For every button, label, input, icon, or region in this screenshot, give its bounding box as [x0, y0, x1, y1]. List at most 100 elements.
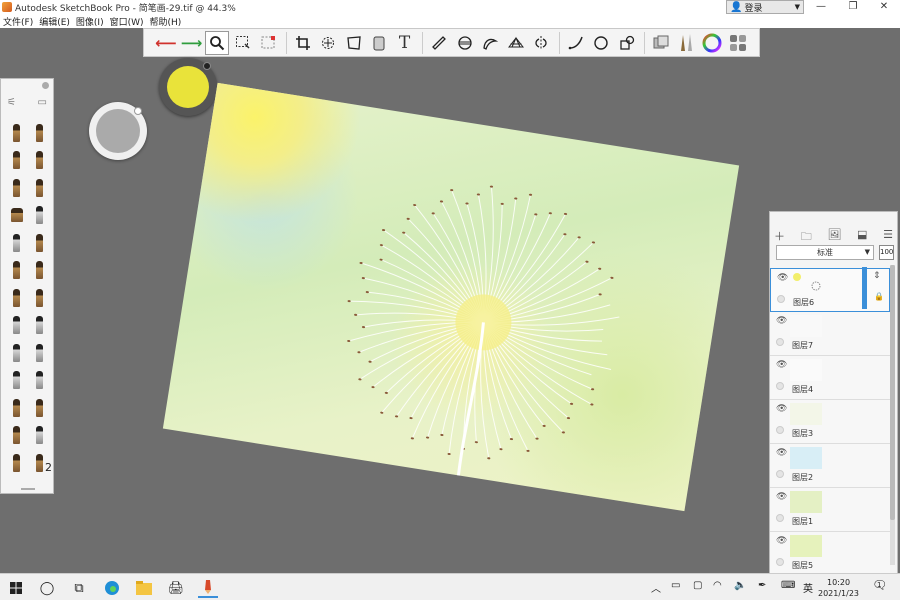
brush-properties-icon[interactable]: ⚟	[7, 97, 16, 108]
layer-editor-button[interactable]	[649, 31, 673, 55]
brush-preset[interactable]	[28, 202, 51, 230]
brush-preset[interactable]	[28, 312, 51, 340]
search-button[interactable]: ◯	[37, 578, 57, 598]
color-puck[interactable]	[159, 58, 217, 116]
panel-grip[interactable]	[21, 488, 35, 490]
zoom-button[interactable]	[205, 30, 229, 55]
brush-preset[interactable]	[5, 422, 28, 450]
system-clock[interactable]: 10:20 2021/1/23	[818, 577, 859, 599]
layer-lock-toggle[interactable]	[776, 558, 784, 566]
layer-row[interactable]: 👁 图层7	[770, 312, 890, 356]
brush-preset[interactable]	[28, 147, 51, 175]
brush-preset[interactable]	[28, 119, 51, 147]
brush-preset[interactable]	[5, 202, 28, 230]
layer-lock-toggle[interactable]	[776, 426, 784, 434]
chevron-up-icon[interactable]: ︿	[651, 580, 661, 595]
eye-icon[interactable]: 👁	[777, 273, 788, 283]
brush-preset[interactable]	[28, 257, 51, 285]
ruler-button[interactable]	[427, 31, 451, 55]
lock-icon[interactable]: 🔒	[874, 292, 884, 301]
brush-preset[interactable]	[5, 147, 28, 175]
distort-button[interactable]	[342, 31, 366, 55]
layer-lock-toggle[interactable]	[776, 470, 784, 478]
scrollbar-thumb[interactable]	[890, 265, 895, 520]
brush-preset[interactable]	[28, 422, 51, 450]
task-view-button[interactable]: ⧉	[69, 578, 89, 598]
color-wheel-button[interactable]	[700, 31, 724, 55]
edge-button[interactable]	[102, 578, 122, 598]
taskbar-app-button[interactable]: 🖨	[166, 578, 186, 598]
brush-preset[interactable]	[5, 339, 28, 367]
perspective-grid-button[interactable]	[504, 31, 528, 55]
brush-library-icon[interactable]: ▭	[38, 97, 47, 108]
brush-preset[interactable]	[5, 119, 28, 147]
eye-icon[interactable]: 👁	[776, 448, 787, 458]
symmetry-button[interactable]	[529, 31, 553, 55]
ime-indicator[interactable]: 英	[803, 580, 813, 595]
eye-icon[interactable]: 👁	[776, 360, 787, 370]
brush-preset[interactable]	[5, 449, 28, 477]
layer-lock-toggle[interactable]	[776, 382, 784, 390]
brush-size-puck[interactable]	[89, 102, 147, 160]
menu-image[interactable]: 图像(I)	[73, 15, 107, 28]
login-dropdown[interactable]: 👤 登录 ▼	[726, 0, 804, 14]
brush-preset[interactable]	[5, 284, 28, 312]
eye-icon[interactable]: 👁	[776, 404, 787, 414]
battery-icon[interactable]: ▭	[671, 580, 680, 591]
brush-preset[interactable]	[28, 394, 51, 422]
transform-button[interactable]	[316, 31, 340, 55]
puck-handle[interactable]	[203, 62, 211, 70]
layer-row[interactable]: 👁 图层5	[770, 532, 890, 576]
text-button[interactable]: T	[393, 31, 417, 55]
swatches-button[interactable]	[726, 31, 750, 55]
select-button[interactable]	[231, 31, 255, 55]
brush-preset[interactable]	[5, 394, 28, 422]
french-curve-button[interactable]	[478, 31, 502, 55]
crop-button[interactable]	[291, 31, 315, 55]
eye-icon[interactable]: 👁	[776, 492, 787, 502]
eye-icon[interactable]: 👁	[776, 316, 787, 326]
eye-icon[interactable]: 👁	[776, 536, 787, 546]
close-icon[interactable]	[42, 82, 49, 89]
file-explorer-button[interactable]	[134, 578, 154, 598]
keyboard-icon[interactable]: ⌨	[781, 580, 795, 591]
brush-preset[interactable]	[28, 339, 51, 367]
start-button[interactable]	[6, 578, 26, 598]
reorder-icon[interactable]: ⇕	[873, 271, 881, 281]
brush-preset[interactable]	[28, 367, 51, 395]
brush-library-button[interactable]	[675, 31, 699, 55]
lasso-button[interactable]	[256, 31, 280, 55]
puck-handle[interactable]	[134, 107, 142, 115]
ellipse-button[interactable]	[453, 31, 477, 55]
layer-lock-toggle[interactable]	[776, 338, 784, 346]
redo-button[interactable]: ⟶	[180, 31, 204, 55]
brush-preset[interactable]	[28, 284, 51, 312]
menu-file[interactable]: 文件(F)	[0, 15, 36, 28]
undo-button[interactable]: ⟵	[154, 31, 178, 55]
brush-preset[interactable]	[28, 174, 51, 202]
layer-row[interactable]: 👁 图层1	[770, 488, 890, 532]
blend-mode-select[interactable]: 标准 ▼	[776, 245, 874, 260]
layer-row[interactable]: 👁 图层2	[770, 444, 890, 488]
layer-row[interactable]: 👁 图层4	[770, 356, 890, 400]
layer-opacity[interactable]: 100	[879, 245, 894, 260]
brush-preset[interactable]	[28, 229, 51, 257]
menu-help[interactable]: 帮助(H)	[147, 15, 185, 28]
minimize-button[interactable]: —	[806, 0, 836, 14]
tablet-icon[interactable]: ▢	[693, 580, 702, 591]
wifi-icon[interactable]: ◠	[713, 580, 722, 591]
pen-icon[interactable]: ✒	[758, 580, 766, 591]
brush-preset[interactable]	[5, 174, 28, 202]
circle-button[interactable]	[589, 31, 613, 55]
layer-lock-toggle[interactable]	[776, 514, 784, 522]
layer-lock-toggle[interactable]	[777, 295, 785, 303]
menu-edit[interactable]: 编辑(E)	[36, 15, 73, 28]
layers-scrollbar[interactable]	[890, 265, 895, 565]
close-button[interactable]: ✕	[869, 0, 899, 14]
brush-preset[interactable]	[5, 229, 28, 257]
volume-icon[interactable]: 🔈	[734, 580, 746, 591]
brush-preset[interactable]	[5, 367, 28, 395]
layer-row[interactable]: 👁 图层3	[770, 400, 890, 444]
menu-window[interactable]: 窗口(W)	[107, 15, 147, 28]
stroke-button[interactable]	[564, 31, 588, 55]
